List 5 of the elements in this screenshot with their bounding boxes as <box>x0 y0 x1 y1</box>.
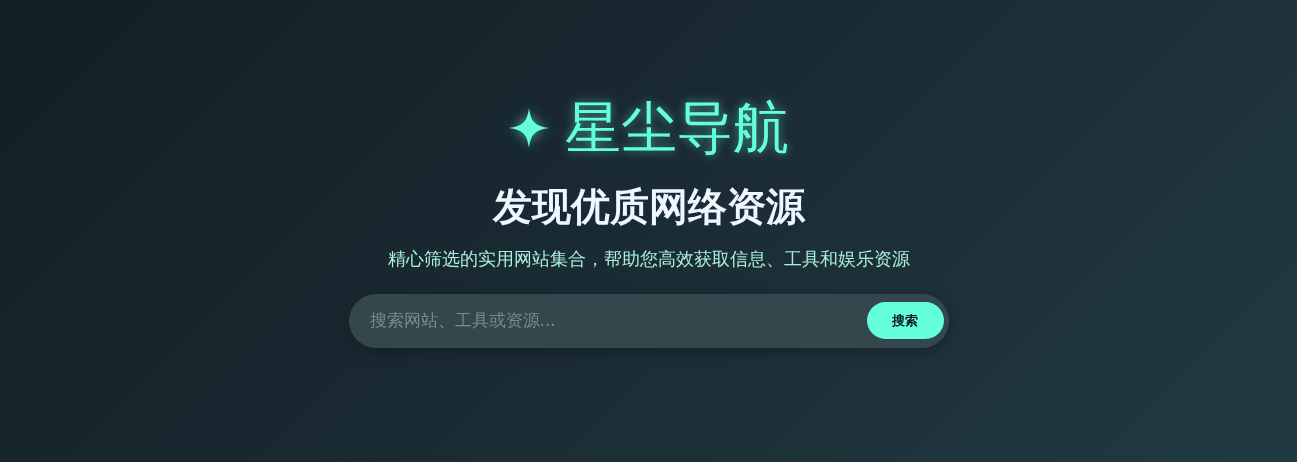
search-button[interactable]: 搜索 <box>866 302 944 340</box>
site-logo[interactable]: 星尘导航 <box>564 100 789 156</box>
search-field[interactable]: 搜索网站、工具或资源... 搜索 <box>348 293 949 348</box>
hero-subtitle: 精心筛选的实用网站集合，帮助您高效获取信息、工具和娱乐资源 <box>387 246 910 271</box>
hero-title: 发现优质网络资源 <box>492 184 805 231</box>
